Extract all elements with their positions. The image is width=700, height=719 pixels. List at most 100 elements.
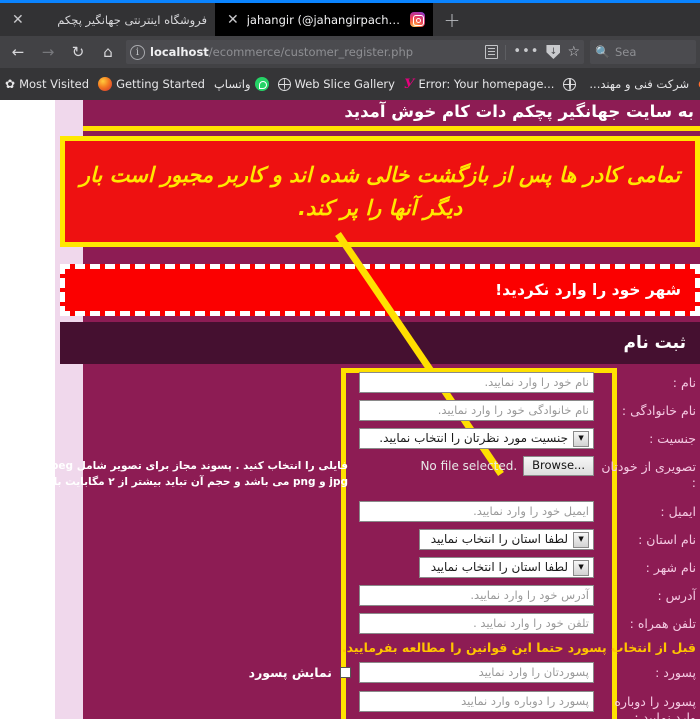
url-text: localhost/ecommerce/customer_register.ph… bbox=[150, 45, 476, 59]
back-icon[interactable]: ← bbox=[4, 39, 32, 65]
field-control: پسورد را دوباره وارد نمایید bbox=[359, 691, 594, 712]
callout-banner: تمامی کادر ها پس از بازگشت خالی شده اند … bbox=[60, 136, 700, 247]
page-actions-icon[interactable]: ••• bbox=[513, 45, 539, 58]
tab-shop[interactable]: فروشگاه اینترنتی جهانگیر پچکم ✕ bbox=[0, 3, 215, 36]
form-row-last-name: نام خانوادگی : نام خانوادگی خود را وارد … bbox=[83, 400, 696, 421]
alert-text: شهر خود را وارد نکردید! bbox=[495, 281, 681, 299]
new-tab-button[interactable]: + bbox=[433, 3, 471, 36]
last-name-input[interactable]: نام خانوادگی خود را وارد نمایید. bbox=[359, 400, 594, 421]
bookmark-label: شرکت فنی و مهند... bbox=[589, 77, 690, 91]
form-row-email: ایمیل : ایمیل خود را وارد نمایید. bbox=[83, 501, 696, 522]
address-bar-icons: ••• ↓ ☆ bbox=[481, 44, 580, 60]
tab-instagram[interactable]: jahangir (@jahangirpachkam) • Ins ✕ bbox=[215, 3, 433, 36]
mobile-input[interactable]: تلفن خود را وارد نمایید . bbox=[359, 613, 594, 634]
tab-title: jahangir (@jahangirpachkam) • Ins bbox=[246, 12, 404, 27]
field-label: نام خانوادگی : bbox=[621, 403, 696, 418]
address-bar[interactable]: i localhost/ecommerce/customer_register.… bbox=[126, 40, 584, 64]
browse-button[interactable]: Browse... bbox=[523, 456, 594, 476]
search-icon: 🔍 bbox=[595, 45, 610, 59]
reload-icon[interactable]: ↻ bbox=[64, 39, 92, 65]
whatsapp-icon bbox=[254, 77, 269, 91]
page-viewport: به سایت جهانگیر پچکم دات کام خوش آمدید ت… bbox=[0, 100, 700, 719]
registration-form: نام : نام خود را وارد نمایید. نام خانواد… bbox=[37, 368, 700, 719]
bookmark-web-slice-gallery[interactable]: Web Slice Gallery bbox=[277, 77, 395, 91]
password-rules-notice[interactable]: قبل از انتخاب پسورد حتما این قوانین را م… bbox=[334, 640, 696, 655]
bookmark-most-visited[interactable]: ✿ Most Visited bbox=[5, 77, 89, 91]
field-label: تلفن همراه : bbox=[629, 616, 696, 631]
field-control: نام خانوادگی خود را وارد نمایید. bbox=[359, 400, 594, 421]
home-icon[interactable]: ⌂ bbox=[94, 39, 122, 65]
email-input[interactable]: ایمیل خود را وارد نمایید. bbox=[359, 501, 594, 522]
yellow-divider bbox=[83, 126, 700, 131]
bookmark-whatsapp[interactable]: واتساپ bbox=[214, 77, 269, 91]
address-input[interactable]: آدرس خود را وارد نمایید. bbox=[359, 585, 594, 606]
chevron-down-icon: ▼ bbox=[573, 531, 589, 548]
site-content: به سایت جهانگیر پچکم دات کام خوش آمدید ت… bbox=[37, 100, 700, 719]
password-input[interactable]: پسوردتان را وارد نمایید bbox=[359, 662, 594, 683]
forward-icon[interactable]: → bbox=[34, 39, 62, 65]
field-control: تلفن خود را وارد نمایید . bbox=[359, 613, 594, 634]
show-password-label: نمایش پسورد bbox=[248, 665, 332, 680]
field-label: ایمیل : bbox=[660, 504, 696, 519]
city-select[interactable]: ▼ لطفا استان را انتخاب نمایید bbox=[419, 557, 594, 578]
chevron-down-icon: ▼ bbox=[573, 559, 589, 576]
bookmark-sherkat[interactable]: شرکت فنی و مهند... bbox=[589, 77, 689, 91]
field-label: نام شهر : bbox=[645, 560, 696, 575]
site-welcome-heading: به سایت جهانگیر پچکم دات کام خوش آمدید bbox=[344, 102, 694, 121]
form-row-password: پسورد : پسوردتان را وارد نمایید نمایش پس… bbox=[83, 662, 696, 683]
password-confirm-input[interactable]: پسورد را دوباره وارد نمایید bbox=[359, 691, 594, 712]
form-row-password-notice: قبل از انتخاب پسورد حتما این قوانین را م… bbox=[83, 640, 696, 655]
province-select-value: لطفا استان را انتخاب نمایید bbox=[430, 532, 568, 546]
bookmark-label: Getting Started bbox=[116, 77, 205, 91]
browser-chrome: فروشگاه اینترنتی جهانگیر پچکم ✕ jahangir… bbox=[0, 0, 700, 100]
bookmark-star-icon[interactable]: ☆ bbox=[567, 45, 580, 59]
bookmark-label: واتساپ bbox=[213, 77, 251, 91]
form-row-password-confirm: پسورد را دوباره وارد نمایید : پسورد را د… bbox=[83, 691, 696, 719]
form-row-province: نام استان : ▼ لطفا استان را انتخاب نمایی… bbox=[83, 529, 696, 550]
field-control: No file selected. Browse... bbox=[359, 456, 594, 476]
downloads-icon[interactable]: ↓ bbox=[546, 45, 561, 59]
file-upload-control: No file selected. Browse... bbox=[359, 456, 594, 476]
field-label: تصویری از خودتان : bbox=[601, 459, 696, 490]
site-info-icon[interactable]: i bbox=[130, 44, 145, 60]
field-label: جنسیت : bbox=[649, 431, 696, 446]
gender-select-value: جنسیت مورد نظرتان را انتخاب نمایید. bbox=[379, 431, 568, 445]
gender-select[interactable]: ▼ جنسیت مورد نظرتان را انتخاب نمایید. bbox=[359, 428, 594, 449]
file-hint-line-1: فایلی را انتخاب کنید . پسوند مجاز برای ت… bbox=[37, 460, 348, 472]
close-icon[interactable]: ✕ bbox=[10, 13, 26, 27]
form-row-first-name: نام : نام خود را وارد نمایید. bbox=[83, 372, 696, 393]
chevron-down-icon: ▼ bbox=[573, 430, 589, 447]
globe-icon bbox=[277, 77, 291, 91]
search-bar[interactable]: 🔍 Sea bbox=[590, 40, 696, 64]
alert-banner: شهر خود را وارد نکردید! bbox=[60, 264, 700, 316]
file-status-text: No file selected. bbox=[420, 458, 518, 473]
bookmark-getting-started[interactable]: Getting Started bbox=[98, 77, 205, 91]
page-title: ثبت نام bbox=[623, 333, 686, 353]
yandex-icon: У bbox=[403, 76, 415, 92]
form-row-address: آدرس : آدرس خود را وارد نمایید. bbox=[83, 585, 696, 606]
form-row-mobile: تلفن همراه : تلفن خود را وارد نمایید . bbox=[83, 613, 696, 634]
search-input[interactable]: Sea bbox=[615, 45, 636, 59]
bookmarks-bar: ✿ Most Visited Getting Started واتساپ We… bbox=[0, 68, 700, 100]
show-password-checkbox[interactable] bbox=[340, 667, 351, 678]
bookmark-globe[interactable] bbox=[563, 77, 580, 91]
divider bbox=[505, 44, 507, 60]
url-host: localhost bbox=[150, 45, 209, 59]
field-label: نام : bbox=[672, 375, 696, 390]
form-row-photo: تصویری از خودتان : No file selected. Bro… bbox=[37, 456, 696, 490]
url-path: /ecommerce/customer_register.php bbox=[208, 45, 414, 59]
field-control: ایمیل خود را وارد نمایید. bbox=[359, 501, 594, 522]
reader-view-icon[interactable] bbox=[485, 45, 499, 59]
form-row-city: نام شهر : ▼ لطفا استان را انتخاب نمایید bbox=[83, 557, 696, 578]
field-control: نام خود را وارد نمایید. bbox=[359, 372, 594, 393]
bookmark-label: Web Slice Gallery bbox=[294, 77, 395, 91]
province-select[interactable]: ▼ لطفا استان را انتخاب نمایید bbox=[419, 529, 594, 550]
close-icon[interactable]: ✕ bbox=[225, 13, 241, 27]
first-name-input[interactable]: نام خود را وارد نمایید. bbox=[359, 372, 594, 393]
field-label: آدرس : bbox=[657, 588, 696, 603]
navigation-toolbar: ← → ↻ ⌂ i localhost/ecommerce/customer_r… bbox=[0, 36, 700, 68]
bookmark-error-homepage[interactable]: У Error: Your homepage... bbox=[404, 77, 554, 92]
instagram-icon bbox=[410, 12, 425, 27]
file-hint-line-2: jpg و png می باشد و حجم آن تباید بیشتر ا… bbox=[37, 476, 348, 489]
bookmark-label: Most Visited bbox=[19, 77, 90, 91]
